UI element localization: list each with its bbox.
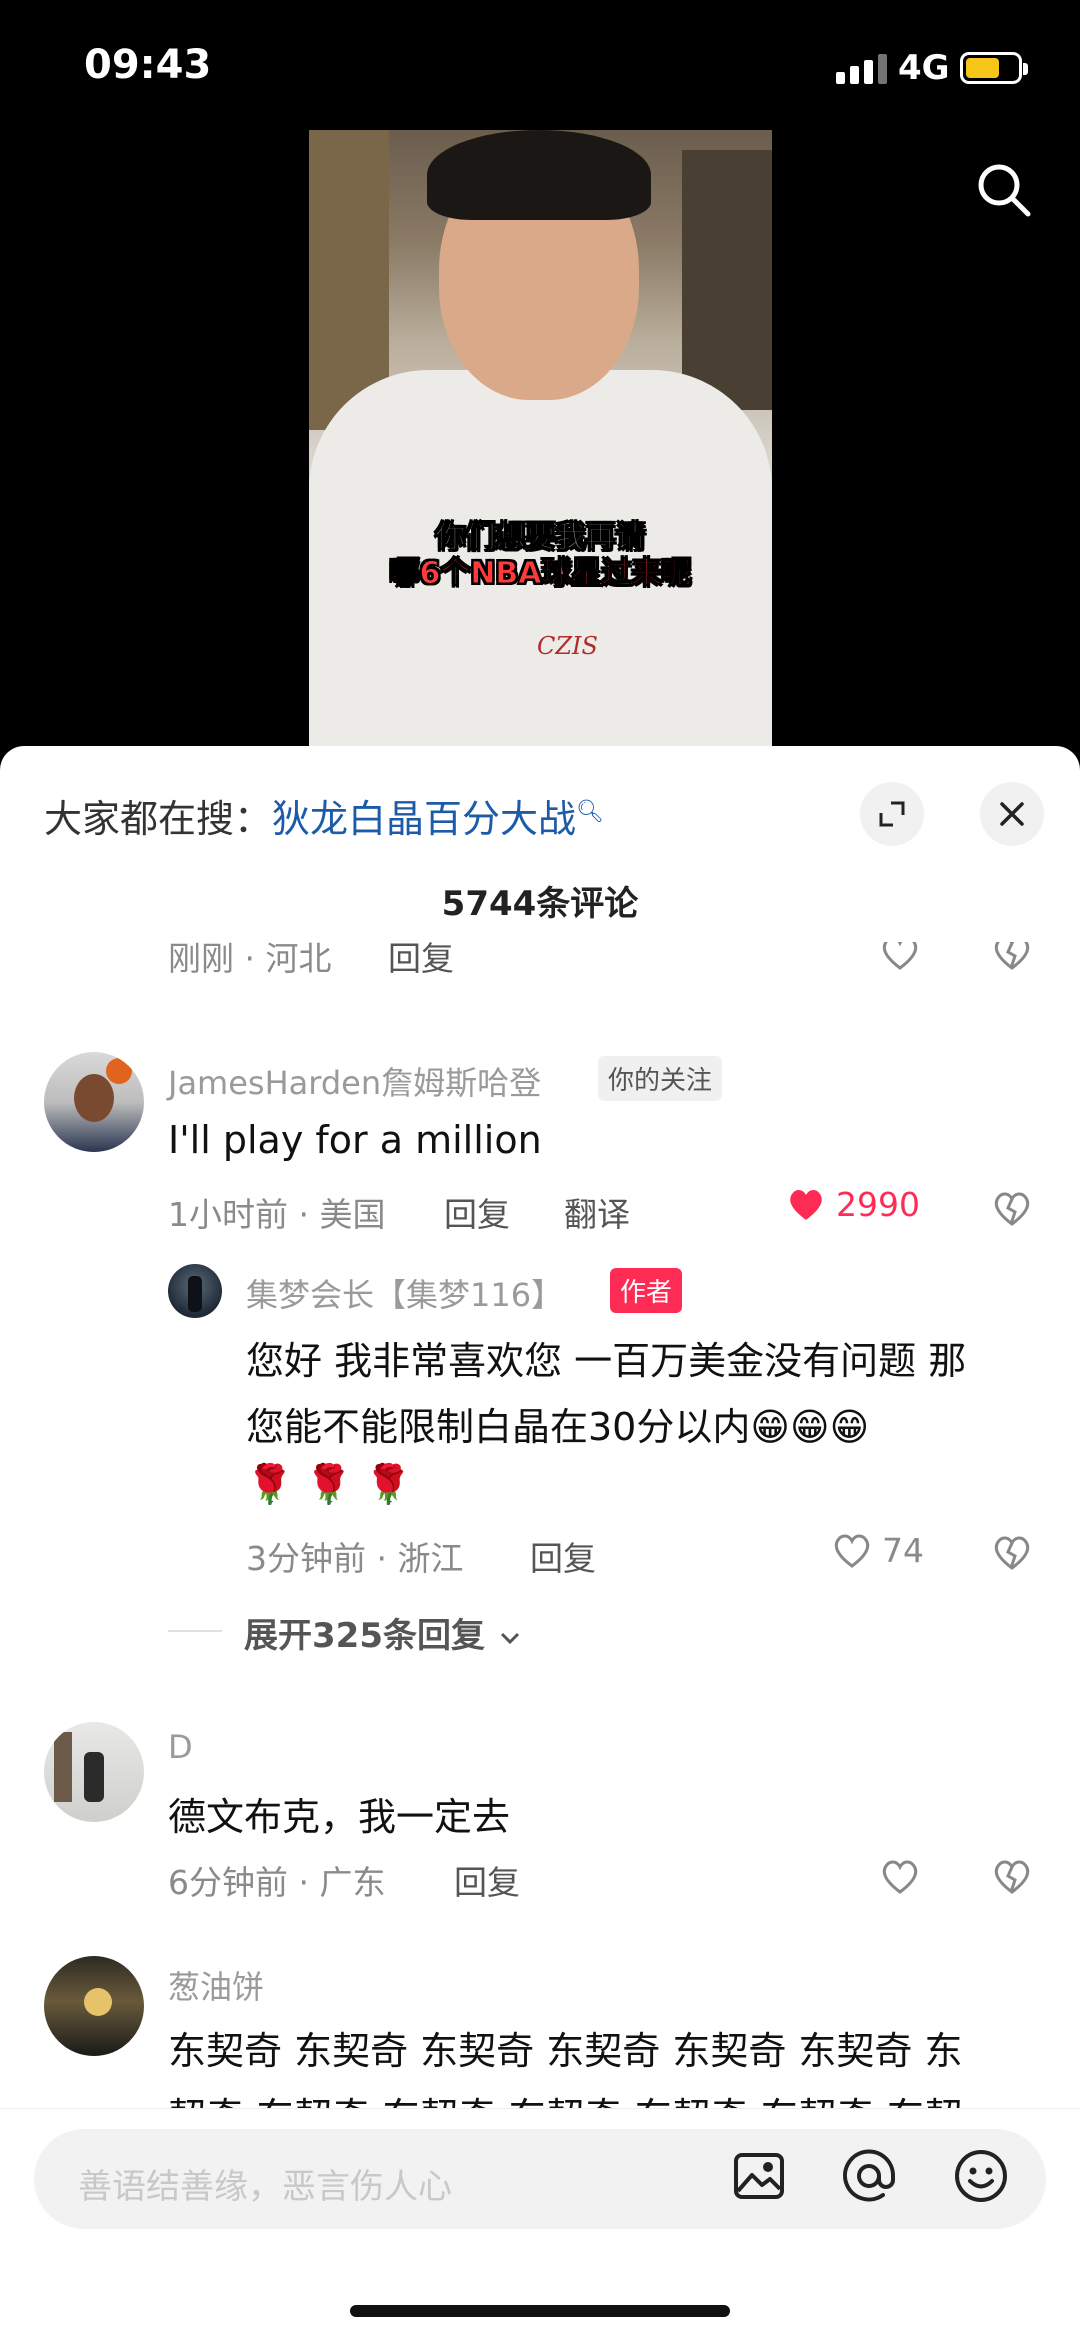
like-button[interactable]: 2990 (784, 1182, 920, 1226)
reply-button[interactable]: 回复 (530, 1532, 596, 1580)
fullscreen-icon (879, 801, 905, 827)
hot-search-keyword[interactable]: 狄龙白晶百分大战 (272, 797, 576, 841)
network-type: 4G (898, 48, 950, 88)
translate-button[interactable]: 翻译 (564, 1188, 630, 1236)
comment-text: I'll play for a million (168, 1118, 542, 1162)
search-icon[interactable] (972, 158, 1036, 222)
chevron-down-icon (500, 1632, 519, 1644)
comment-count: 5744条评论 (441, 884, 639, 924)
comment-time-location: 刚刚 · 河北 (168, 942, 332, 978)
divider (168, 1630, 222, 1632)
previous-comment-meta: 刚刚 · 河北 回复 (0, 942, 1080, 998)
avatar[interactable] (44, 1722, 144, 1822)
hot-search[interactable]: 大家都在搜：狄龙白晶百分大战🔍︎ (44, 788, 604, 843)
image-icon[interactable] (728, 2145, 790, 2207)
fullscreen-button[interactable] (860, 782, 924, 846)
emoji-icon[interactable] (950, 2145, 1012, 2207)
comments-sheet: 大家都在搜：狄龙白晶百分大战🔍︎ 5744条评论 刚刚 · 河北 回复 Jame… (0, 746, 1080, 2337)
at-icon[interactable] (838, 2145, 900, 2207)
shirt-logo: CZIS (537, 632, 598, 660)
dislike-icon[interactable] (990, 1186, 1034, 1230)
hot-search-prefix: 大家都在搜： (44, 797, 273, 841)
reply-button[interactable]: 回复 (388, 942, 454, 980)
dislike-icon[interactable] (990, 1530, 1034, 1574)
heart-icon (834, 1534, 870, 1568)
video-player[interactable]: CZIS 你们想要我再请 哪6个NBA球星过来呢 (309, 130, 772, 750)
heart-icon (790, 1189, 822, 1220)
like-count: 74 (882, 1530, 924, 1570)
battery-icon (960, 52, 1028, 84)
heart-icon[interactable] (878, 1854, 922, 1898)
dislike-icon[interactable] (990, 942, 1034, 974)
comment-username[interactable]: 葱油饼 (168, 1962, 264, 2008)
following-tag: 你的关注 (598, 1056, 723, 1101)
reply-text-line3: 🌹 🌹 🌹 (246, 1462, 413, 1506)
close-icon (1000, 802, 1024, 826)
status-bar: 09:43 4G (0, 0, 1080, 130)
comment-input-placeholder: 善语结善缘，恶言伤人心 (78, 2167, 452, 2207)
avatar[interactable] (168, 1264, 222, 1318)
heart-icon[interactable] (878, 942, 922, 974)
reply-button[interactable]: 回复 (444, 1188, 510, 1236)
comment-input-bar: 善语结善缘，恶言伤人心 (0, 2108, 1080, 2337)
reply-text-line1: 您好 我非常喜欢您 一百万美金没有问题 那 (246, 1339, 967, 1383)
search-icon: 🔍︎ (576, 799, 604, 825)
like-count: 2990 (836, 1184, 920, 1224)
comment-text-line1: 东契奇 东契奇 东契奇 东契奇 东契奇 东契奇 东 (168, 2029, 963, 2073)
video-caption-line2: 哪6个NBA球星过来呢 (389, 556, 692, 592)
reply-button[interactable]: 回复 (454, 1856, 520, 1904)
comment-username[interactable]: D (168, 1728, 193, 1766)
expand-replies-button[interactable]: 展开325条回复 (244, 1608, 523, 1657)
reply-time-location: 3分钟前 · 浙江 (246, 1539, 464, 1578)
close-button[interactable] (980, 782, 1044, 846)
comment-time-location: 6分钟前 · 广东 (168, 1863, 386, 1902)
comment-text: 德文布克，我一定去 (168, 1795, 511, 1839)
avatar[interactable] (44, 1956, 144, 2056)
author-tag: 作者 (610, 1268, 683, 1313)
expand-replies-label: 展开325条回复 (244, 1616, 485, 1656)
signal-icon (836, 54, 887, 84)
reply-text-line2: 您能不能限制白晶在30分以内😁😁😁 (246, 1405, 870, 1449)
like-button[interactable]: 74 (830, 1528, 924, 1572)
reply-username[interactable]: 集梦会长【集梦116】 (246, 1270, 563, 1316)
comment-username[interactable]: JamesHarden詹姆斯哈登 (168, 1058, 541, 1104)
home-indicator (350, 2305, 730, 2317)
status-time: 09:43 (84, 42, 212, 88)
avatar[interactable] (44, 1052, 144, 1152)
dislike-icon[interactable] (990, 1854, 1034, 1898)
comment-time-location: 1小时前 · 美国 (168, 1195, 386, 1234)
